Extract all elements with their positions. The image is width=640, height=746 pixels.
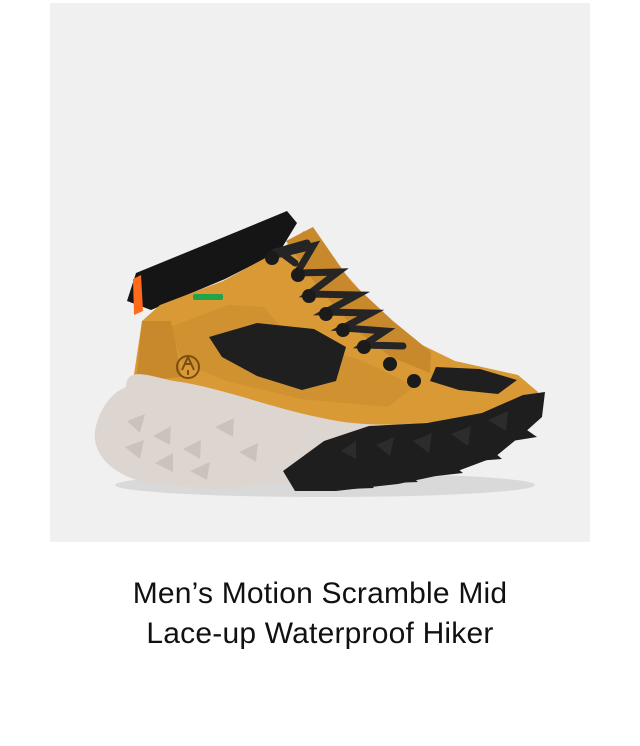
product-card[interactable]: Men’s Motion Scramble Mid Lace-up Waterp… (0, 0, 640, 746)
product-title-line-1[interactable]: Men’s Motion Scramble Mid (40, 574, 600, 614)
product-title-line-2[interactable]: Lace-up Waterproof Hiker (40, 614, 600, 654)
waterproof-badge (193, 294, 223, 300)
boot-icon (94, 211, 545, 497)
product-title[interactable]: Men’s Motion Scramble Mid Lace-up Waterp… (40, 574, 600, 654)
product-image[interactable] (50, 3, 590, 542)
